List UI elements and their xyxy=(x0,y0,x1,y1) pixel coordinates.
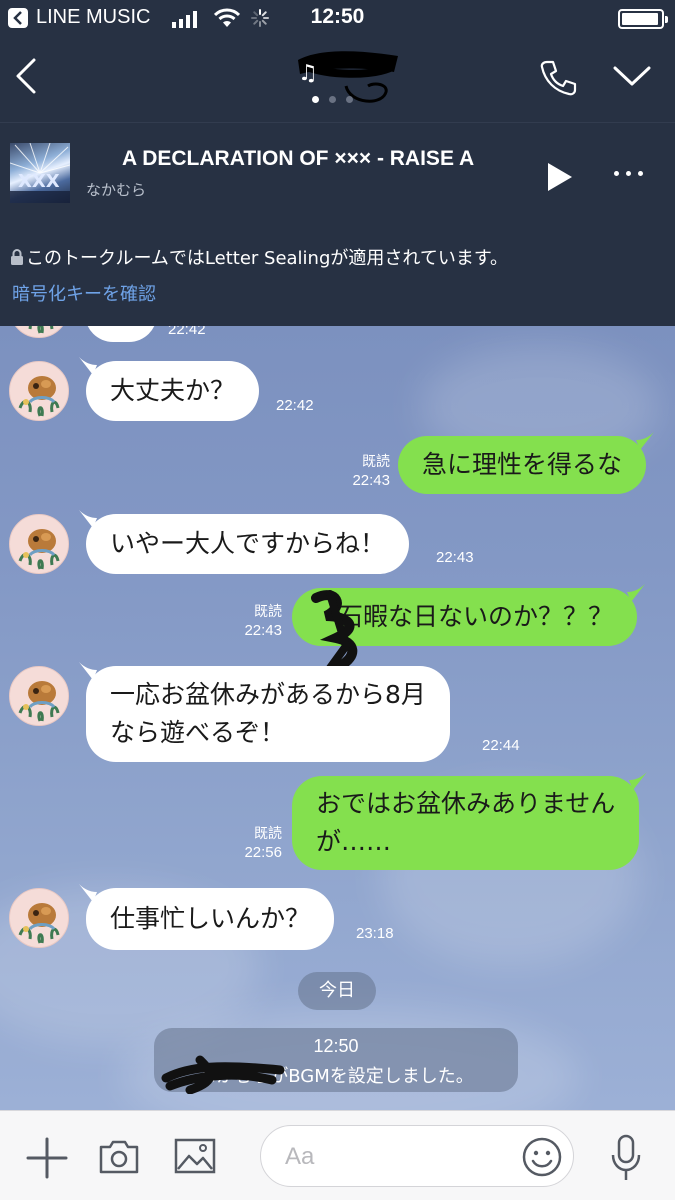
message-bubble-in[interactable] xyxy=(85,326,157,342)
chat-messages[interactable]: 22:42 大丈夫か？ 22:42 既読 22:43 急に理性を得るな いやー大… xyxy=(0,326,675,1110)
message-bubble-in[interactable]: いやー大人ですからね！ xyxy=(79,510,410,574)
page-dot-active xyxy=(312,96,319,103)
status-time: 12:50 xyxy=(310,5,365,28)
svg-text:XXX: XXX xyxy=(18,171,60,192)
plus-icon[interactable] xyxy=(26,1137,68,1179)
page-indicator xyxy=(312,96,353,103)
message-time: 23:18 xyxy=(356,925,394,942)
message-input-bar: Aa xyxy=(0,1110,675,1200)
friend-avatar[interactable] xyxy=(9,514,69,574)
album-cover: XXX xyxy=(10,143,70,203)
camera-icon[interactable] xyxy=(98,1139,140,1175)
bgm-player[interactable]: XXX A DECLARATION OF ××× - RAISE A なかむら xyxy=(0,122,675,222)
message-time: 22:42 xyxy=(168,326,206,338)
message-meta: 既読 22:56 xyxy=(222,824,282,862)
mic-icon[interactable] xyxy=(608,1133,644,1183)
message-bubble-out[interactable]: 急に理性を得るな xyxy=(398,432,655,494)
image-icon[interactable] xyxy=(174,1137,216,1175)
message-time: 22:43 xyxy=(436,549,474,566)
message-bubble-in[interactable]: 一応お盆休みがあるから8月 なら遊べるぞ！ xyxy=(79,662,450,762)
friend-avatar[interactable] xyxy=(9,888,69,948)
emoji-icon[interactable] xyxy=(522,1137,562,1177)
redaction-scribble xyxy=(311,590,358,672)
message-text: 急に理性を得るな xyxy=(422,450,623,479)
input-placeholder: Aa xyxy=(285,1143,315,1170)
read-receipt: 既読 xyxy=(254,603,282,619)
check-encryption-key-link[interactable]: 暗号化キーを確認 xyxy=(12,280,156,306)
song-artist: なかむら xyxy=(86,181,147,199)
letter-sealing-text: このトークルームではLetter Sealingが適用されています。 xyxy=(26,248,509,269)
chevron-down-icon[interactable] xyxy=(612,62,652,92)
more-icon[interactable] xyxy=(614,171,650,181)
message-text: おではお盆休みありません が…… xyxy=(316,789,616,856)
friend-avatar[interactable] xyxy=(9,361,69,421)
friend-avatar[interactable] xyxy=(9,666,69,726)
message-text: 一応お盆休みがあるから8月 なら遊べるぞ！ xyxy=(110,680,426,747)
message-text: 石暇な日ないのか？？？ xyxy=(338,602,614,631)
svg-text:♫: ♫ xyxy=(298,61,318,86)
battery-icon xyxy=(618,9,668,29)
read-receipt: 既読 xyxy=(362,453,390,469)
back-icon[interactable] xyxy=(12,56,42,96)
redaction-scribble xyxy=(161,1055,285,1094)
message-bubble-in[interactable]: 大丈夫か？ xyxy=(79,357,260,421)
message-bubble-out[interactable]: おではお盆休みありません が…… xyxy=(292,772,648,870)
message-time: 22:44 xyxy=(482,737,520,754)
play-icon[interactable] xyxy=(545,161,575,193)
message-time: 22:43 xyxy=(244,622,282,639)
read-receipt: 既読 xyxy=(254,825,282,841)
song-title: A DECLARATION OF ××× - RAISE A xyxy=(122,147,475,170)
message-text: 仕事忙しいんか？ xyxy=(110,904,311,933)
message-time: 22:56 xyxy=(244,844,282,861)
message-bubble-in[interactable]: 仕事忙しいんか？ xyxy=(79,884,335,950)
message-time: 22:43 xyxy=(352,472,390,489)
message-time: 22:42 xyxy=(276,397,314,414)
status-bar: LINE MUSIC 12:50 xyxy=(0,0,675,40)
friend-avatar[interactable] xyxy=(9,326,69,338)
lock-icon xyxy=(11,249,23,265)
message-text: 大丈夫か？ xyxy=(110,376,236,405)
page-dot xyxy=(346,96,353,103)
message-meta: 既読 22:43 xyxy=(330,452,390,490)
page-dot xyxy=(329,96,336,103)
call-icon[interactable] xyxy=(538,58,578,98)
message-text: いやー大人ですからね！ xyxy=(110,529,386,558)
date-separator: 今日 xyxy=(298,972,376,1010)
letter-sealing-notice: このトークルームではLetter Sealingが適用されています。 暗号化キー… xyxy=(0,222,675,326)
chat-header: ♫ xyxy=(0,40,675,122)
message-meta: 既読 22:43 xyxy=(222,602,282,640)
